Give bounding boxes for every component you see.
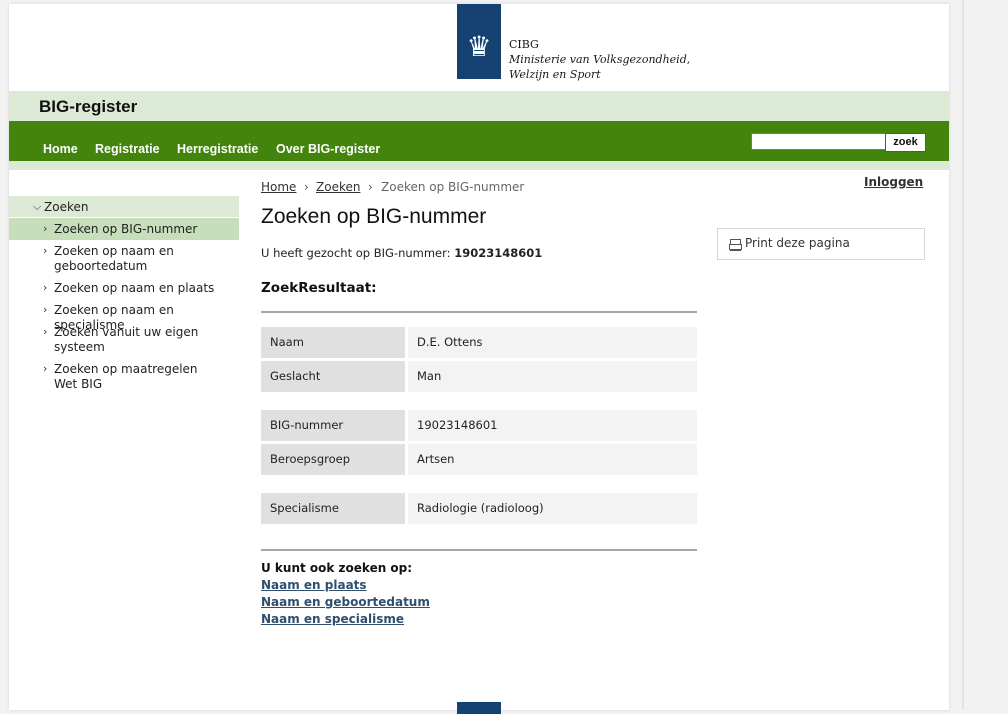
row-label-big-nummer: BIG-nummer (261, 410, 405, 441)
chevron-right-icon: › (43, 244, 48, 257)
row-value-naam: D.E. Ottens (408, 327, 697, 358)
sidebar-item-maatregelen[interactable]: Zoeken op maatregelen Wet BIG (54, 362, 224, 392)
sidebar-item-big-nummer[interactable]: Zoeken op BIG-nummer (54, 222, 244, 237)
nav-registratie[interactable]: Registratie (95, 142, 160, 156)
logo-text: CIBG Ministerie van Volksgezondheid, Wel… (509, 38, 690, 82)
search-input[interactable] (751, 133, 886, 150)
also-link-naam-geboortedatum[interactable]: Naam en geboortedatum (261, 595, 430, 609)
row-value-beroepsgroep: Artsen (408, 444, 697, 475)
searched-prefix: U heeft gezocht op BIG-nummer: (261, 246, 451, 260)
logo-org: CIBG (509, 38, 539, 51)
print-button[interactable]: Print deze pagina (717, 228, 925, 260)
login-link[interactable]: Inloggen (864, 175, 923, 189)
logo-ministry-line1: Ministerie van Volksgezondheid, (509, 53, 691, 66)
sidebar-item-eigen-systeem[interactable]: Zoeken vanuit uw eigen systeem (54, 325, 204, 355)
breadcrumb-current: Zoeken op BIG-nummer (381, 180, 525, 194)
row-label-specialisme: Specialisme (261, 493, 405, 524)
row-value-big-nummer: 19023148601 (408, 410, 697, 441)
page-title: Zoeken op BIG-nummer (261, 205, 487, 228)
logo-ministry-line2: Welzijn en Sport (509, 68, 601, 81)
nav-stripe (9, 161, 949, 170)
also-link-naam-plaats[interactable]: Naam en plaats (261, 578, 367, 592)
chevron-right-icon: › (43, 325, 48, 338)
nav-home[interactable]: Home (43, 142, 78, 156)
breadcrumb-zoeken-wrap: Zoeken (316, 180, 360, 194)
nav-herregistratie[interactable]: Herregistratie (177, 142, 258, 156)
chevron-right-icon: › (43, 362, 48, 375)
crest-icon: ♛ (466, 30, 492, 63)
also-search-label: U kunt ook zoeken op: (261, 561, 413, 575)
title-band (9, 91, 949, 121)
window-edge (962, 0, 964, 710)
searched-line: U heeft gezocht op BIG-nummer: 190231486… (261, 246, 542, 260)
page: ♛ CIBG Ministerie van Volksgezondheid, W… (9, 4, 949, 714)
print-label: Print deze pagina (745, 236, 850, 250)
chevron-right-icon: › (43, 222, 48, 235)
nav-over-big-register[interactable]: Over BIG-register (276, 142, 380, 156)
search-button[interactable]: zoek (885, 133, 926, 152)
row-label-geslacht: Geslacht (261, 361, 405, 392)
breadcrumb-zoeken[interactable]: Zoeken (316, 180, 360, 194)
chevron-right-icon: › (43, 281, 48, 294)
divider (261, 549, 697, 551)
chevron-right-icon: › (43, 303, 48, 316)
sidebar-root-zoeken[interactable]: Zoeken (44, 200, 88, 214)
breadcrumb-home-wrap: Home (261, 180, 296, 194)
chevron-down-icon: ⌵ (33, 200, 42, 213)
divider (261, 311, 697, 313)
row-label-beroepsgroep: Beroepsgroep (261, 444, 405, 475)
row-label-naam: Naam (261, 327, 405, 358)
searched-value: 19023148601 (454, 246, 543, 260)
footer-logo-block (457, 702, 501, 714)
row-value-specialisme: Radiologie (radioloog) (408, 493, 697, 524)
sidebar-item-naam-geboortedatum[interactable]: Zoeken op naam en geboortedatum (54, 244, 204, 274)
chevron-right-icon: › (304, 180, 309, 194)
breadcrumb-home[interactable]: Home (261, 180, 296, 194)
chevron-right-icon: › (368, 180, 373, 194)
row-value-geslacht: Man (408, 361, 697, 392)
result-heading: ZoekResultaat: (261, 280, 377, 296)
site-title: BIG-register (39, 97, 138, 116)
also-link-naam-specialisme[interactable]: Naam en specialisme (261, 612, 404, 626)
sidebar-item-naam-plaats[interactable]: Zoeken op naam en plaats (54, 281, 244, 296)
printer-icon (729, 239, 742, 251)
